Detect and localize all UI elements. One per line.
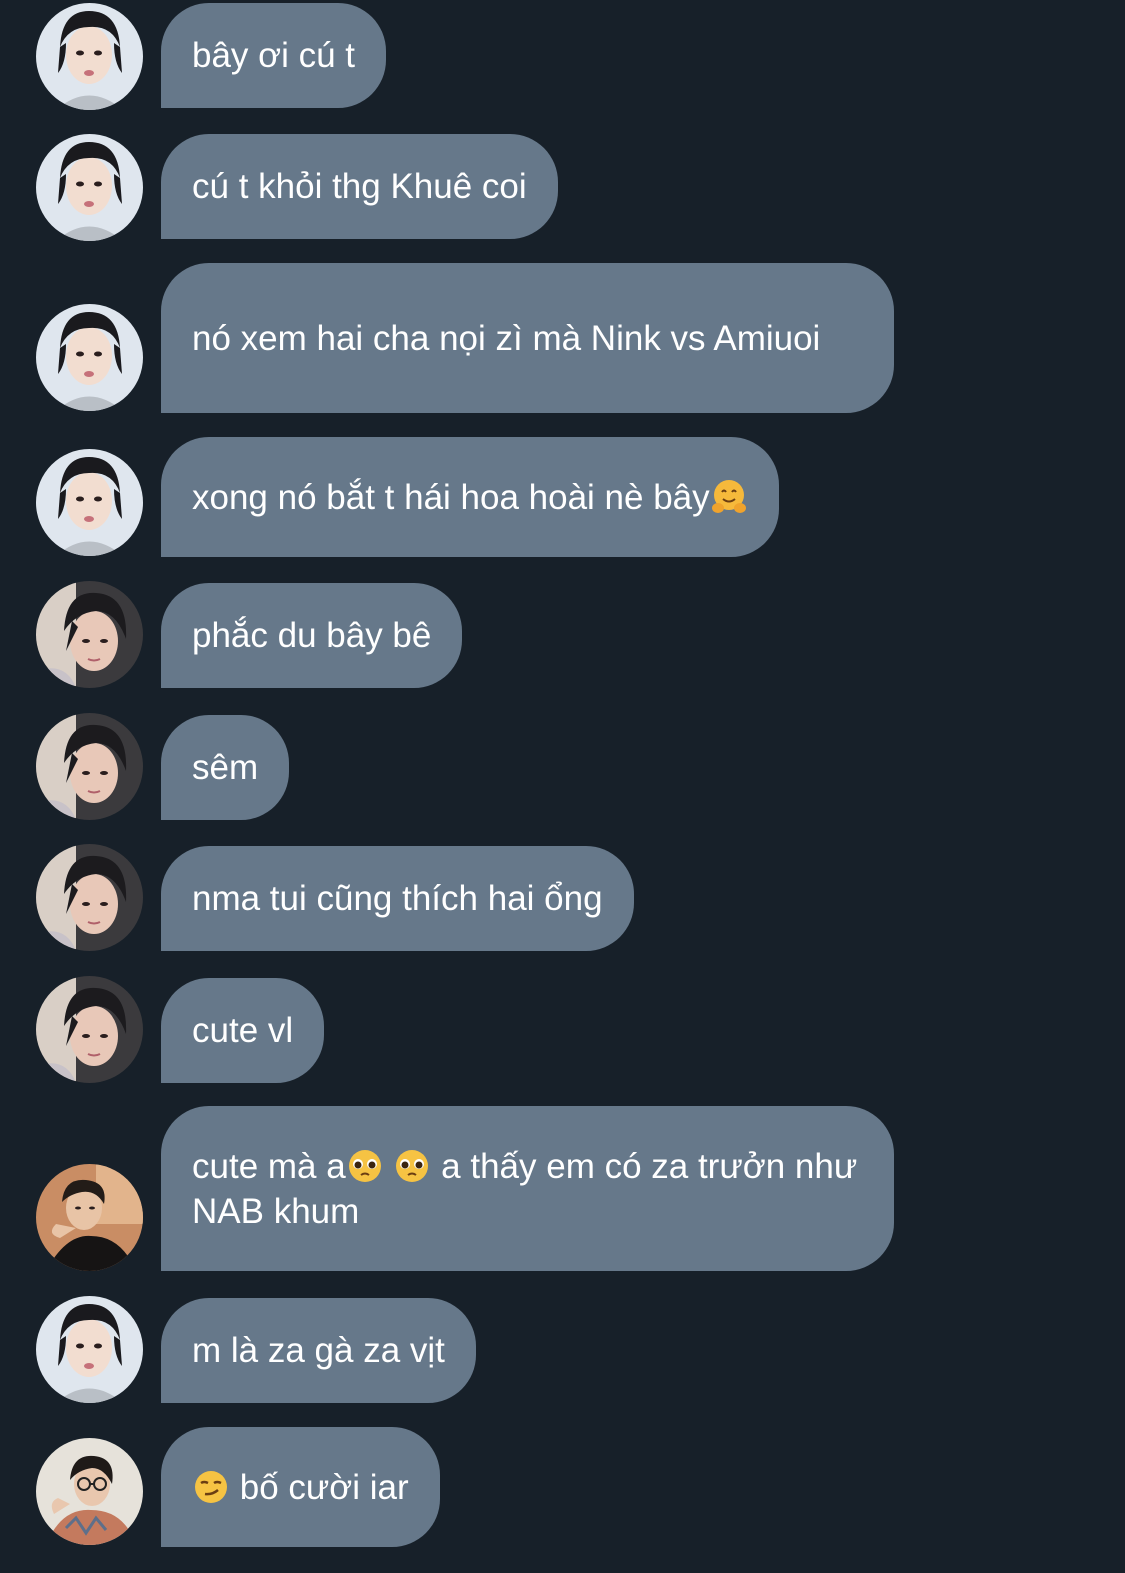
message-row: cute vl [0,976,1125,1083]
message-bubble[interactable]: nma tui cũng thích hai ổng [161,846,634,951]
message-bubble[interactable]: cú t khỏi thg Khuê coi [161,134,558,239]
avatar-icon[interactable] [36,1296,143,1403]
message-row: xong nó bắt t hái hoa hoài nè bây [0,437,1125,557]
avatar-icon[interactable] [36,1164,143,1271]
message-text: m là za gà za vịt [192,1331,445,1370]
message-bubble[interactable]: cute vl [161,978,325,1083]
avatar-icon[interactable] [36,844,143,951]
message-bubble[interactable]: m là za gà za vịt [161,1298,476,1403]
pleading-face-emoji [346,1147,384,1185]
message-text: cú t khỏi thg Khuê coi [192,167,527,206]
message-row: nó xem hai cha nọi zì mà Nink vs Amiuoi [0,263,1125,413]
message-text: phắc du bây bê [192,616,432,655]
message-bubble[interactable]: xong nó bắt t hái hoa hoài nè bây [161,437,779,557]
message-text: sêm [192,748,259,787]
message-row: m là za gà za vịt [0,1296,1125,1403]
message-row: phắc du bây bê [0,581,1125,688]
avatar-icon[interactable] [36,134,143,241]
message-bubble[interactable]: bố cười iar [161,1427,440,1547]
message-bubble[interactable]: phắc du bây bê [161,583,463,688]
smirking-face-emoji [192,1468,230,1506]
avatar-icon[interactable] [36,976,143,1083]
message-text: cute mà a a thấy em có za trưởn như NAB … [192,1146,858,1231]
pleading-face-emoji [393,1147,431,1185]
message-row: bây ơi cú t [0,3,1125,110]
avatar-icon[interactable] [36,1438,143,1545]
message-row: cú t khỏi thg Khuê coi [0,134,1125,241]
hugging-face-emoji [710,478,748,516]
message-text: bố cười iar [192,1465,409,1510]
avatar-icon[interactable] [36,3,143,110]
message-text: xong nó bắt t hái hoa hoài nè bây [192,475,748,520]
avatar-icon[interactable] [36,713,143,820]
chat-thread: bây ơi cú t cú t khỏi thg Khuê coi nó xe… [0,0,1125,1573]
message-row: sêm [0,713,1125,820]
message-text: cute vl [192,1011,294,1050]
avatar-icon[interactable] [36,581,143,688]
message-row: bố cười iar [0,1427,1125,1547]
avatar-icon[interactable] [36,304,143,411]
message-text: nma tui cũng thích hai ổng [192,879,603,918]
message-bubble[interactable]: cute mà a a thấy em có za trưởn như NAB … [161,1106,894,1271]
message-text: nó xem hai cha nọi zì mà Nink vs Amiuoi [192,318,821,358]
message-bubble[interactable]: sêm [161,715,290,820]
message-row: cute mà a a thấy em có za trưởn như NAB … [0,1106,1125,1271]
message-bubble[interactable]: nó xem hai cha nọi zì mà Nink vs Amiuoi [161,263,894,413]
message-text: bây ơi cú t [192,36,356,75]
message-row: nma tui cũng thích hai ổng [0,844,1125,951]
avatar-icon[interactable] [36,449,143,556]
message-bubble[interactable]: bây ơi cú t [161,3,387,108]
